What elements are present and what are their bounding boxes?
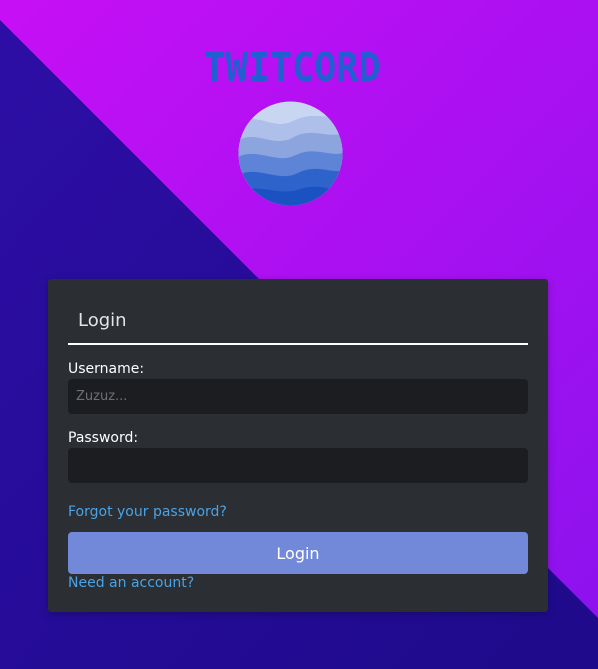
password-label: Password: [68,430,139,446]
login-button[interactable]: Login [68,532,528,574]
login-card: Login Username: Password: Forgot your pa… [48,279,548,612]
username-label: Username: [68,361,145,377]
password-input[interactable] [68,448,528,483]
wave-globe-icon [238,101,343,206]
login-title: Login [78,310,127,331]
username-input[interactable] [68,379,528,414]
login-card-header: Login [68,305,528,345]
forgot-password-link[interactable]: Forgot your password? [68,504,227,520]
brand-title: TWITCORD [203,45,381,91]
need-account-link[interactable]: Need an account? [68,575,194,591]
